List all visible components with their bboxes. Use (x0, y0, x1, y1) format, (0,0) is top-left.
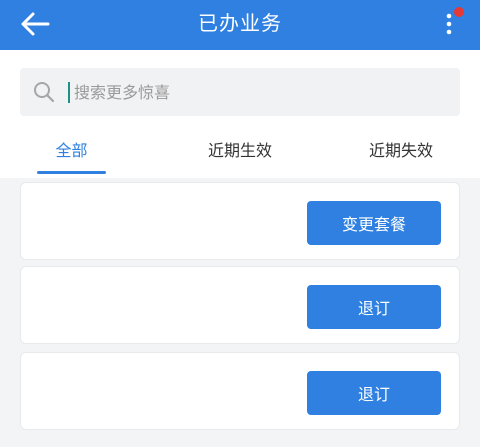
tab-recent-expiring[interactable]: 近期失效 (356, 134, 446, 168)
search-icon (34, 82, 55, 103)
search-tabs-panel: 全部 近期生效 近期失效 (0, 50, 480, 178)
business-card: 退订 (20, 352, 460, 430)
tab-recent-effective[interactable]: 近期生效 (195, 134, 285, 168)
search-input[interactable] (70, 68, 444, 116)
tab-all[interactable]: 全部 (37, 134, 106, 168)
notification-dot (454, 7, 464, 17)
active-tab-indicator (37, 171, 106, 174)
unsubscribe-button[interactable]: 退订 (307, 285, 441, 329)
business-card: 退订 (20, 266, 460, 344)
search-bar[interactable] (20, 68, 460, 116)
unsubscribe-button[interactable]: 退订 (307, 371, 441, 415)
business-card: 变更套餐 (20, 182, 460, 260)
change-plan-button[interactable]: 变更套餐 (307, 201, 441, 245)
page-title: 已办业务 (198, 11, 282, 35)
app-bar: 已办业务 (0, 0, 480, 50)
